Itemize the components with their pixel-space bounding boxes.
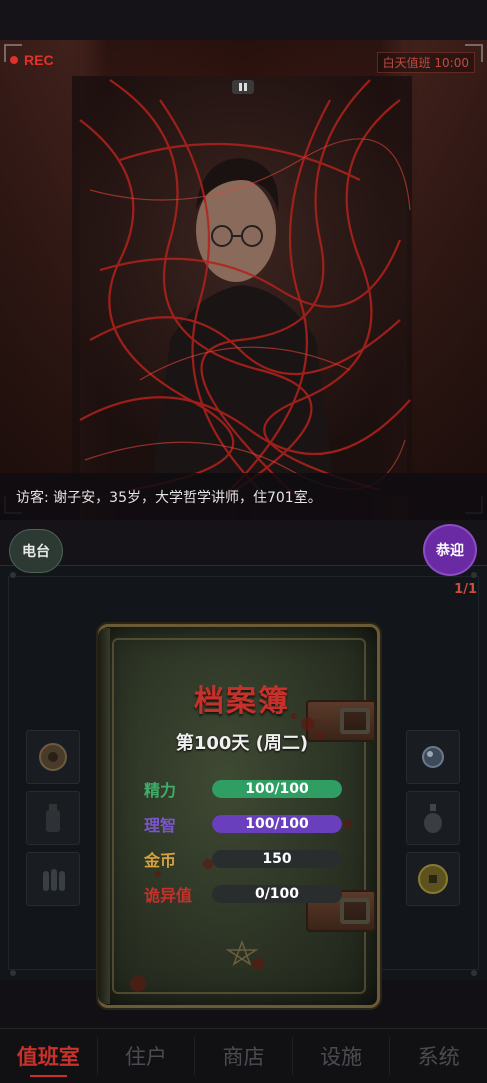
welcome-button[interactable]: 恭迎 bbox=[423, 524, 477, 576]
stat-label: 金币 bbox=[144, 851, 177, 870]
camera-mount-icon bbox=[232, 80, 254, 94]
rivet-icon bbox=[471, 970, 477, 976]
page-counter: 1/1 bbox=[454, 582, 477, 597]
inventory-slot-right-3[interactable] bbox=[406, 852, 460, 906]
nav-tab-shop[interactable]: 商店 bbox=[195, 1029, 292, 1083]
compass-icon bbox=[39, 743, 67, 771]
stat-value: 0/100 bbox=[254, 886, 300, 902]
stat-value: 100/100 bbox=[245, 781, 309, 797]
bottom-nav: 值班室 住户 商店 设施 系统 bbox=[0, 1028, 487, 1083]
stat-sanity: 理智 100/100 bbox=[144, 812, 342, 836]
nav-tab-residents[interactable]: 住户 bbox=[98, 1029, 195, 1083]
coin-icon bbox=[418, 864, 448, 894]
stat-label: 理智 bbox=[144, 816, 177, 835]
orb-icon bbox=[422, 746, 444, 768]
nav-tab-duty-room[interactable]: 值班室 bbox=[0, 1029, 97, 1083]
shift-time-label: 白天值班 10:00 bbox=[376, 52, 475, 73]
nav-tab-system[interactable]: 系统 bbox=[390, 1029, 487, 1083]
bullets-icon bbox=[43, 869, 65, 891]
nav-tab-facilities[interactable]: 设施 bbox=[293, 1029, 390, 1083]
stat-energy: 精力 100/100 bbox=[144, 777, 342, 801]
stat-gold: 金币 150 bbox=[144, 847, 342, 871]
stat-value: 150 bbox=[262, 851, 292, 867]
logbook-day: 第100天 (周二) bbox=[175, 733, 309, 754]
stat-anomaly: 诡异值 0/100 bbox=[144, 882, 342, 906]
inventory-slot-left-3[interactable] bbox=[26, 852, 80, 906]
inventory-slot-right-1[interactable] bbox=[406, 730, 460, 784]
stat-bar: 100/100 bbox=[212, 815, 342, 833]
potion-icon bbox=[424, 804, 442, 833]
stat-bar: 0/100 bbox=[212, 885, 342, 903]
rivet-icon bbox=[10, 970, 16, 976]
inventory-slot-left-2[interactable] bbox=[26, 791, 80, 845]
bottle-icon bbox=[46, 804, 60, 832]
rivet-icon bbox=[471, 572, 477, 578]
visitor-portrait bbox=[72, 76, 412, 501]
rec-label: REC bbox=[24, 52, 54, 68]
top-status-strip bbox=[0, 0, 487, 40]
stat-bar: 150 bbox=[212, 850, 342, 868]
visitor-info-bar: 访客: 谢子安，35岁，大学哲学讲师，住701室。 bbox=[0, 473, 487, 520]
stat-bar: 100/100 bbox=[212, 780, 342, 798]
inventory-slot-left-1[interactable] bbox=[26, 730, 80, 784]
recording-indicator: REC bbox=[10, 52, 54, 68]
security-camera-view bbox=[0, 40, 487, 520]
stat-value: 100/100 bbox=[245, 816, 309, 832]
stat-label: 诡异值 bbox=[144, 886, 193, 905]
inventory-slot-right-2[interactable] bbox=[406, 791, 460, 845]
record-dot-icon bbox=[10, 56, 18, 64]
stat-label: 精力 bbox=[144, 781, 177, 800]
visitor-description: 访客: 谢子安，35岁，大学哲学讲师，住701室。 bbox=[16, 489, 322, 506]
radio-button[interactable]: 电台 bbox=[9, 529, 63, 573]
rivet-icon bbox=[10, 572, 16, 578]
logbook-title: 档案簿 bbox=[194, 684, 290, 719]
